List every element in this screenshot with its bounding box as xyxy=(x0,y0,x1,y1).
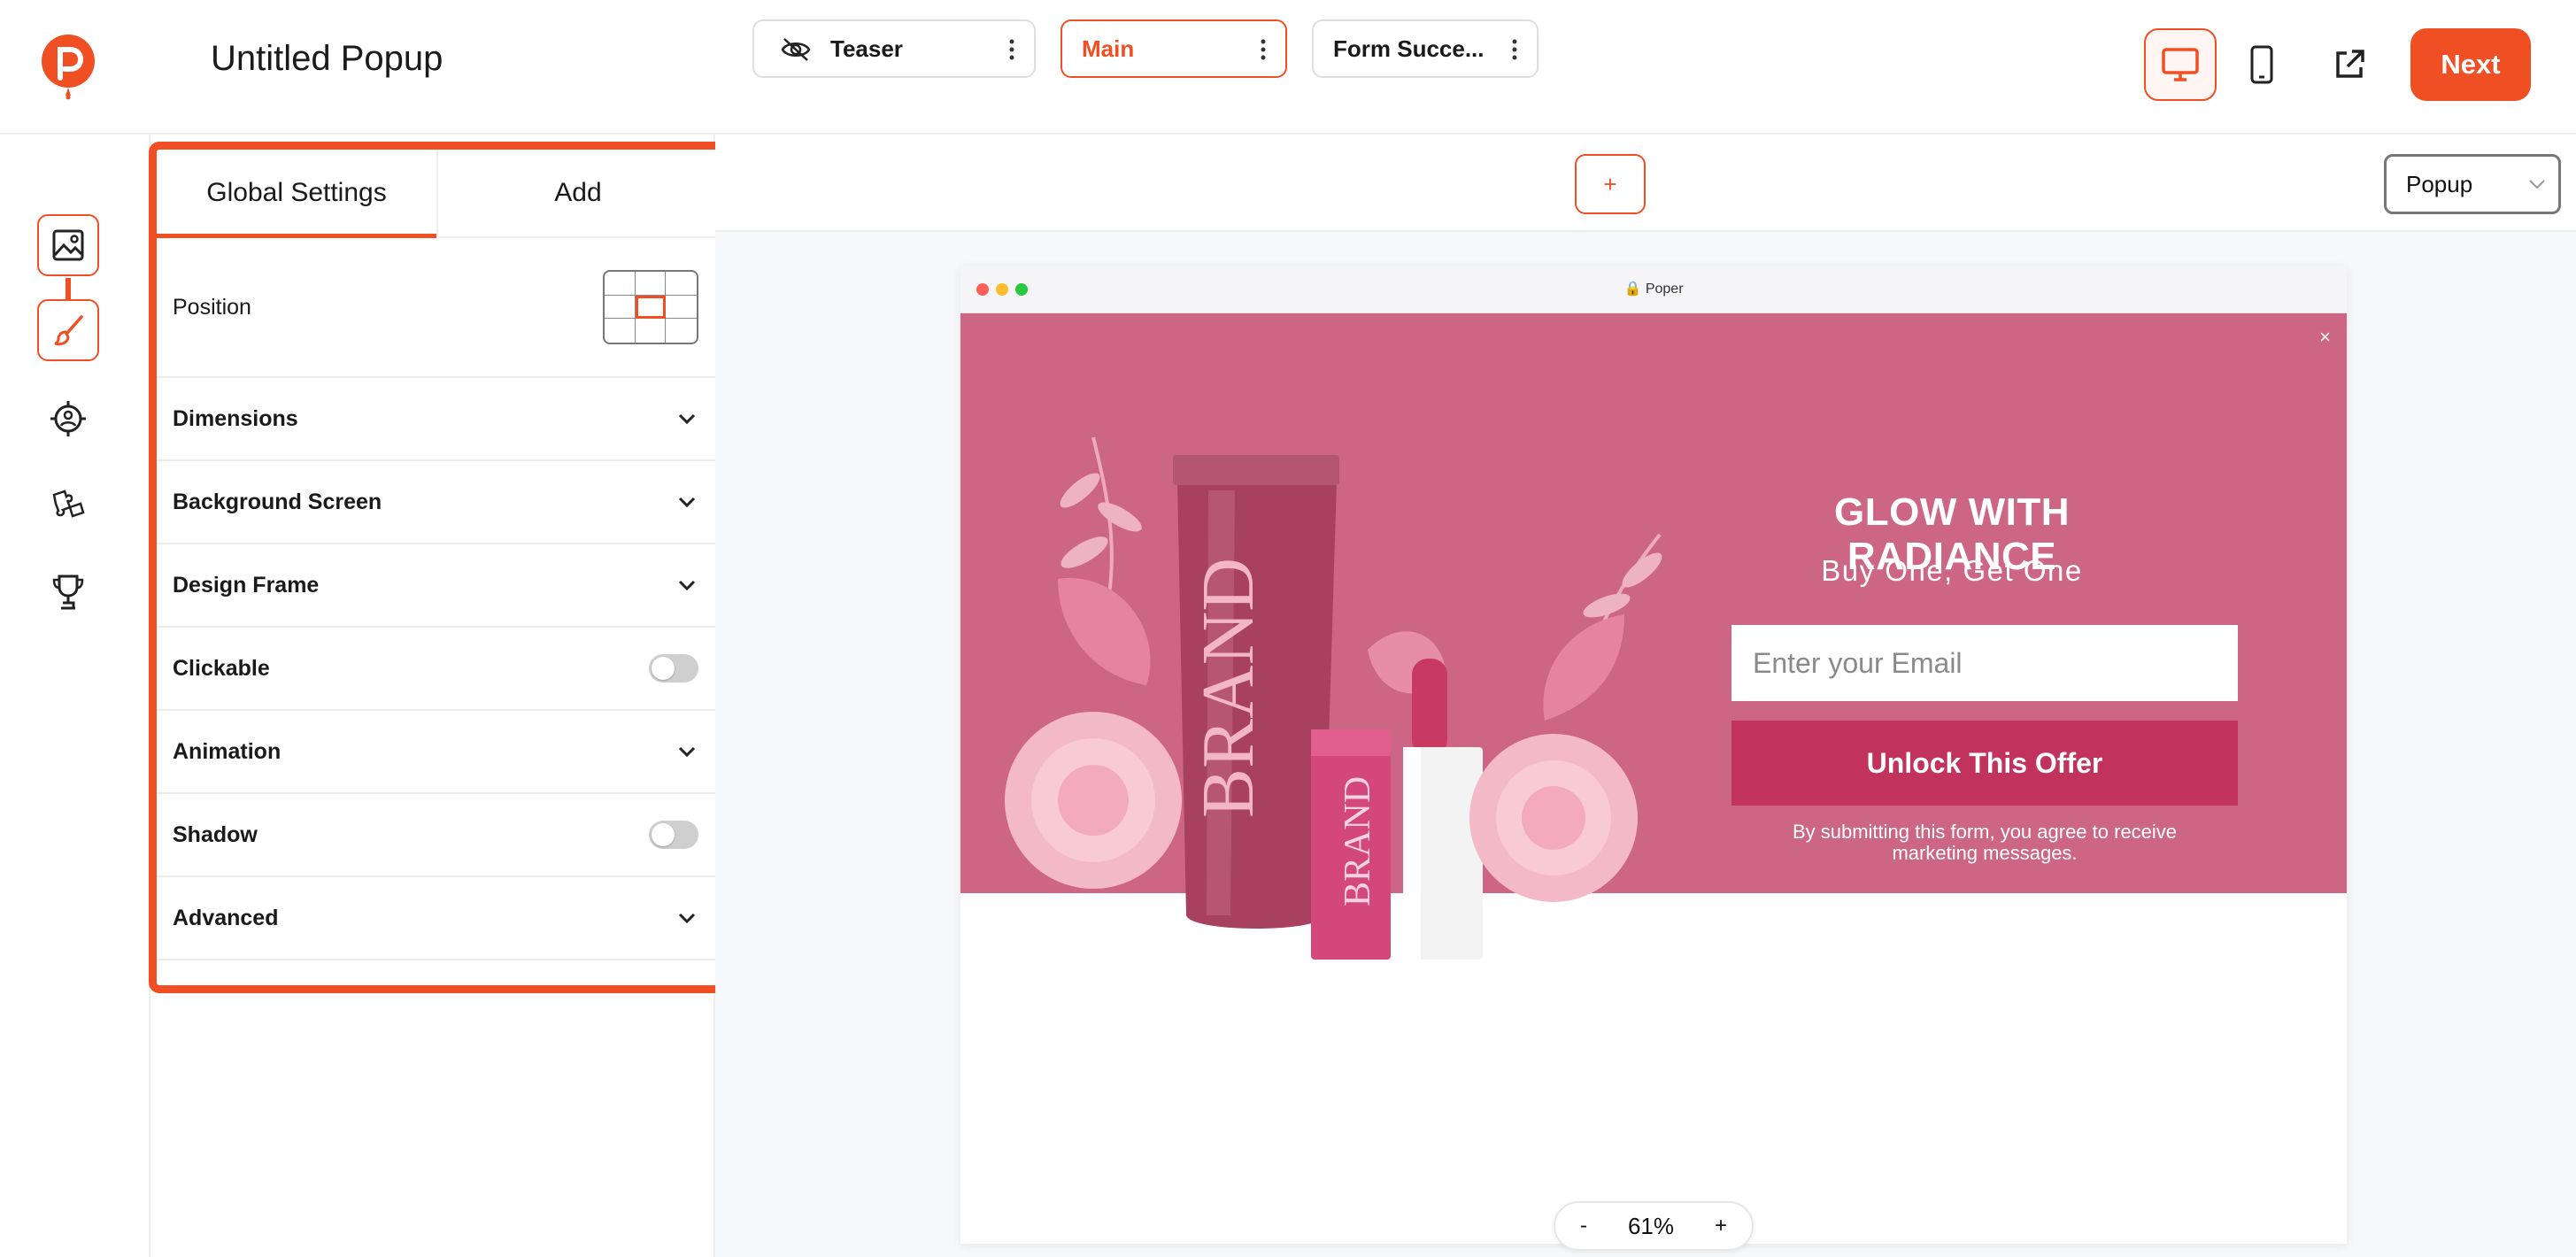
popup-main: × BRAND BRAND GLOW WITH RADIANCE Buy One… xyxy=(960,313,2347,960)
chevron-down-icon xyxy=(678,580,696,591)
tab-add[interactable]: Add xyxy=(436,150,718,236)
shadow-toggle[interactable] xyxy=(649,821,698,849)
zoom-control: - 61% + xyxy=(1554,1201,1754,1251)
shadow-label: Shadow xyxy=(173,821,258,847)
unlock-offer-button[interactable]: Unlock This Offer xyxy=(1731,721,2238,806)
position-cell[interactable] xyxy=(666,319,697,343)
chevron-down-icon xyxy=(678,413,696,425)
rail-targeting-button[interactable] xyxy=(37,388,99,450)
background-screen-row[interactable]: Background Screen xyxy=(157,461,718,544)
position-grid[interactable] xyxy=(603,270,698,344)
external-link-icon xyxy=(2336,50,2364,78)
position-cell[interactable] xyxy=(605,319,636,343)
popup-type-value: Popup xyxy=(2406,170,2473,197)
left-rail xyxy=(0,135,149,1257)
rail-content-button[interactable] xyxy=(37,214,99,276)
rail-design-button[interactable] xyxy=(37,299,99,361)
browser-bar: 🔒 Poper xyxy=(960,266,2347,313)
preview-button[interactable] xyxy=(2313,28,2386,101)
step-form-success-label: Form Succe... xyxy=(1333,35,1485,62)
background-screen-label: Background Screen xyxy=(173,489,382,514)
svg-text:BRAND: BRAND xyxy=(1338,776,1378,906)
eye-off-icon xyxy=(781,38,811,61)
popup-close-icon[interactable]: × xyxy=(2319,326,2331,349)
chevron-down-icon xyxy=(678,913,696,924)
clickable-row: Clickable xyxy=(157,628,718,711)
position-cell[interactable] xyxy=(605,272,636,296)
step-main-label: Main xyxy=(1082,35,1135,62)
animation-row[interactable]: Animation xyxy=(157,711,718,794)
clickable-toggle[interactable] xyxy=(649,654,698,682)
position-cell[interactable] xyxy=(666,272,697,296)
step-form-success[interactable]: Form Succe... xyxy=(1312,19,1539,78)
step-bar xyxy=(715,135,2576,232)
rail-integrations-button[interactable] xyxy=(37,474,99,536)
trophy-icon xyxy=(52,575,84,610)
product-brand-text: BRAND xyxy=(1187,558,1269,818)
position-row: Position xyxy=(157,238,718,378)
position-label: Position xyxy=(173,294,251,320)
step-teaser[interactable]: Teaser xyxy=(752,19,1036,78)
mobile-icon xyxy=(2250,45,2273,84)
position-cell[interactable] xyxy=(636,319,667,343)
mobile-view-button[interactable] xyxy=(2225,28,2298,101)
popup-subheadline: Buy One, Get One xyxy=(1821,554,2083,587)
step-main[interactable]: Main xyxy=(1060,19,1287,78)
settings-panel: Global Settings Add Position Dimensions … xyxy=(149,142,726,993)
animation-label: Animation xyxy=(173,738,282,764)
rail-goals-button[interactable] xyxy=(37,561,99,623)
design-frame-row[interactable]: Design Frame xyxy=(157,544,718,628)
lock-icon: 🔒 xyxy=(1623,281,1642,297)
position-cell[interactable] xyxy=(635,272,667,296)
target-icon xyxy=(50,401,86,436)
zoom-in-button[interactable]: + xyxy=(1715,1214,1727,1238)
desktop-icon xyxy=(2162,48,2199,81)
chevron-down-icon xyxy=(678,497,696,508)
zoom-out-button[interactable]: - xyxy=(1580,1214,1587,1238)
chevron-down-icon xyxy=(2529,180,2545,189)
popup-disclaimer: By submitting this form, you agree to re… xyxy=(1792,821,2178,864)
position-cell-selected[interactable] xyxy=(635,295,667,320)
shadow-row: Shadow xyxy=(157,794,718,877)
advanced-row[interactable]: Advanced xyxy=(157,877,718,960)
chevron-down-icon xyxy=(678,746,696,758)
dimensions-label: Dimensions xyxy=(173,405,298,431)
image-icon xyxy=(52,229,84,261)
advanced-label: Advanced xyxy=(173,905,279,930)
next-button[interactable]: Next xyxy=(2410,28,2531,101)
panel-tabs: Global Settings Add xyxy=(157,150,718,238)
add-step-button[interactable]: + xyxy=(1575,154,1646,214)
address-bar: 🔒 Poper xyxy=(960,280,2347,297)
puzzle-icon xyxy=(52,490,85,518)
top-bar: Untitled Popup Next xyxy=(0,0,2576,135)
browser-preview: 🔒 Poper × BRAND BRAND GLOW WITH RADIANCE… xyxy=(960,266,2347,1244)
desktop-view-button[interactable] xyxy=(2144,28,2217,101)
email-field[interactable] xyxy=(1731,625,2238,701)
app-logo[interactable] xyxy=(41,34,96,103)
rail-connector xyxy=(66,278,71,299)
position-cell[interactable] xyxy=(666,296,697,320)
more-vertical-icon[interactable] xyxy=(1009,39,1014,60)
position-cell[interactable] xyxy=(605,295,636,320)
url-text: Poper xyxy=(1645,281,1684,297)
step-teaser-label: Teaser xyxy=(830,35,903,62)
product-image: BRAND BRAND xyxy=(1005,437,1662,960)
clickable-label: Clickable xyxy=(173,655,270,681)
page-title[interactable]: Untitled Popup xyxy=(211,39,443,79)
tab-global-settings[interactable]: Global Settings xyxy=(157,150,436,238)
zoom-level: 61% xyxy=(1627,1212,1675,1239)
design-frame-label: Design Frame xyxy=(173,572,320,598)
dimensions-row[interactable]: Dimensions xyxy=(157,378,718,461)
more-vertical-icon[interactable] xyxy=(1261,39,1266,60)
popup-type-select[interactable]: Popup xyxy=(2384,154,2561,214)
more-vertical-icon[interactable] xyxy=(1512,39,1517,60)
brush-icon xyxy=(54,315,83,346)
